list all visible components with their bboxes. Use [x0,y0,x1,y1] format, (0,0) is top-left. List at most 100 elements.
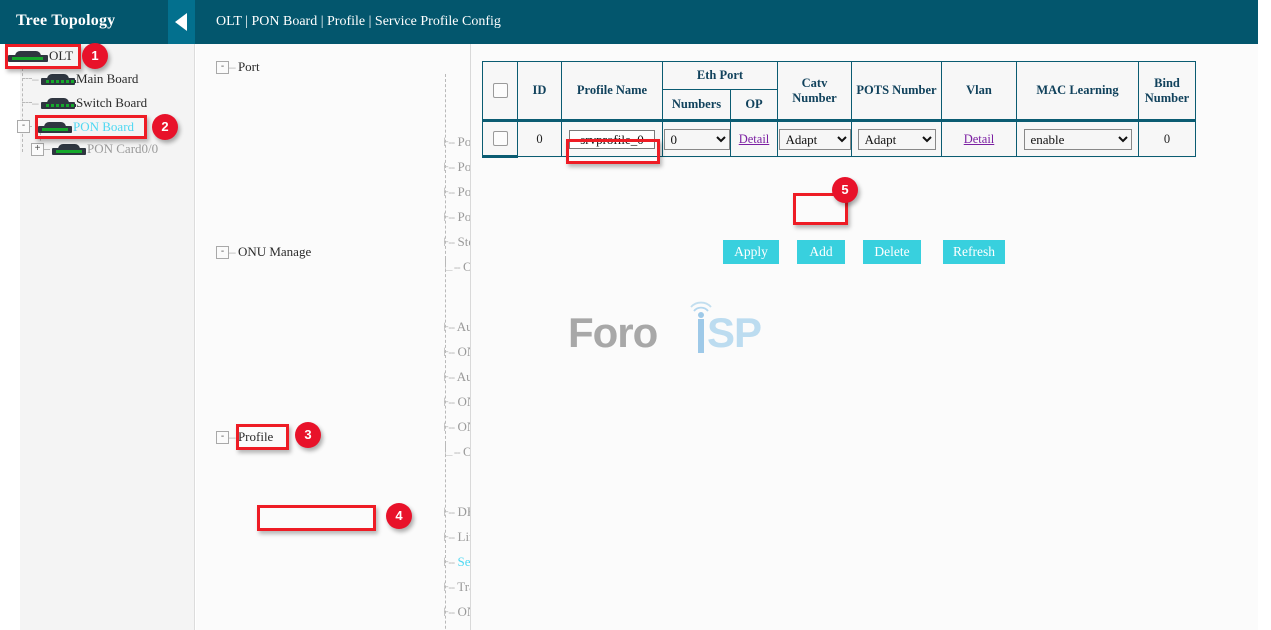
tree-toggle-label: + [35,143,41,154]
device-card-icon [52,143,86,155]
menu-group-port[interactable]: – Port [229,57,260,77]
menu-item-traffic-profile-config[interactable]: ⊦-- Traffic Profile Config [443,577,471,597]
menu-item-label: ONU Optical Parameter [463,444,471,459]
sidebar-title: Tree Topology [16,12,115,30]
menu-item-onu-info-list[interactable]: ⊦-- ONU Info List [443,417,471,437]
tree-item-olt[interactable]: OLT [8,45,73,67]
tree-toggle-pon-board[interactable]: - [17,120,30,133]
menu-toggle-label: - [221,61,224,72]
menu-item-port-info[interactable]: ⊦-- Port Info [443,132,471,152]
pots-number-select[interactable]: Adapt [858,129,936,150]
tree-connector-dash: ⊦-- [443,530,454,544]
tree-item-label: Switch Board [76,95,147,110]
add-button[interactable]: Add [797,240,845,264]
tree-connector-dash: – [32,96,38,110]
device-olt-icon [8,50,48,62]
table-header-id: ID [518,62,562,121]
chevron-left-icon [175,13,187,31]
foroisp-watermark: Foro SP [568,289,768,359]
vlan-detail-link[interactable]: Detail [964,132,995,146]
menu-item-label: Authentication Control [457,319,471,334]
device-board-icon [41,73,75,85]
menu-item-label: Line Profile Config [458,529,472,544]
tree-connector-dash: ⊦-- [443,185,454,199]
tree-connector-dash: – [229,430,235,444]
tree-item-main-board[interactable]: – Main Board [32,68,138,90]
tree-connector-dash: ⊦-- [443,135,454,149]
mac-learning-select[interactable]: enable [1024,129,1132,150]
content-right-gap [1258,44,1271,630]
menu-item-port-extend-config[interactable]: ⊦-- Port Extend Config [443,182,471,202]
table-header-eth-numbers: Numbers [663,90,731,121]
bind-number-line2: Number [1139,91,1195,106]
tree-item-label: OLT [49,48,73,63]
menu-group-profile[interactable]: – Profile [229,427,273,447]
menu-item-auto-find-list[interactable]: ⊦-- Auto Find List [443,367,471,387]
table-header-pots-number: POTS Number [852,62,942,121]
menu-item-label: Optical Parameter [463,259,471,274]
menu-toggle-onu-manage[interactable]: - [216,246,229,259]
tree-connector-dash: ⊦-- [443,580,454,594]
menu-item-label: Auto Find List [457,369,471,384]
tree-item-label: Main Board [76,71,138,86]
tree-item-pon-card[interactable]: PON Card0/0 [52,138,158,160]
row-id: 0 [518,121,562,157]
profile-name-input[interactable] [569,130,655,149]
tree-toggle-pon-card[interactable]: + [31,143,44,156]
menu-item-label: Port Extend Config [458,184,472,199]
menu-item-onu-igmp-profile[interactable]: ⊦-- ONU IGMP Profile [443,602,471,622]
menu-group-onu-manage[interactable]: – ONU Manage [229,242,311,262]
table-header-catv-number: Catv Number [778,62,852,121]
tree-connector-dash: – [229,245,235,259]
row-mac-learning-cell: enable [1017,121,1139,157]
tree-connector [22,102,32,103]
table-header-eth-op: OP [731,90,778,121]
select-all-checkbox[interactable] [493,83,508,98]
breadcrumb: OLT | PON Board | Profile | Service Prof… [216,14,501,30]
eth-op-detail-link[interactable]: Detail [739,132,770,146]
menu-toggle-port[interactable]: - [216,61,229,74]
header-right-gap [1258,0,1271,44]
row-bind-number: 0 [1139,121,1196,157]
tree-item-pon-board[interactable]: PON Board [38,116,134,138]
menu-item-port-config[interactable]: ⊦-- Port Config [443,157,471,177]
apply-button[interactable]: Apply [723,240,779,264]
menu-item-port-rate-limit[interactable]: ⊦-- Port Rate Limit [443,207,471,227]
menu-item-line-profile-config[interactable]: ⊦-- Line Profile Config [443,527,471,547]
sidebar-collapse-button[interactable] [168,0,195,44]
main-content-area: Foro SP ID Profi [471,44,1258,630]
menu-group-label: ONU Manage [238,244,311,259]
tree-connector-dash: ⊦-- [443,395,454,409]
delete-button[interactable]: Delete [863,240,921,264]
table-header-bind-number: Bind Number [1139,62,1196,121]
table-header-profile-name: Profile Name [562,62,663,121]
table-header-row-1: ID Profile Name Eth Port Catv Number POT… [483,62,1196,90]
menu-item-onu-authentication-config[interactable]: ⊦-- ONU Authentication Config [443,342,471,362]
tree-connector [22,68,23,152]
watermark-text-sp: SP [707,309,761,357]
refresh-button[interactable]: Refresh [943,240,1005,264]
menu-item-dba-profile-config[interactable]: ⊦-- DBA Profile Config [443,502,471,522]
catv-number-select[interactable]: Adapt [779,129,851,150]
tree-connector-dash: ⊦-- [443,235,454,249]
bind-number-line1: Bind [1139,76,1195,91]
menu-item-onu-policy-auth[interactable]: ⊦-- ONU Policy Auth [443,392,471,412]
menu-item-service-profile-config[interactable]: ⊦-- Service Profile Config [443,552,471,572]
menu-toggle-profile[interactable]: - [216,431,229,444]
eth-numbers-select[interactable]: 0 [664,129,730,150]
menu-item-authentication-control[interactable]: ⊦-- Authentication Control [443,317,471,337]
menu-item-label: ONU IGMP Profile [458,604,472,619]
table-header-vlan: Vlan [942,62,1017,121]
menu-item-storm-control[interactable]: ⊦-- Storm Control [443,232,471,252]
tree-connector-dash: ⊦-- [443,605,454,619]
menu-item-label: Traffic Profile Config [457,579,471,594]
tree-item-switch-board[interactable]: – Switch Board [32,92,147,114]
menu-item-onu-optical-parameter[interactable]: ∟-- ONU Optical Parameter [443,442,471,462]
menu-toggle-label: - [221,246,224,257]
tree-connector-dash: ⊦-- [443,420,454,434]
row-vlan-cell: Detail [942,121,1017,157]
tree-topology-sidebar: Tree Topology OLT – [0,0,195,630]
menu-item-optical-parameter[interactable]: ∟-- Optical Parameter [443,257,471,277]
row-checkbox[interactable] [493,131,508,146]
table-header-mac-learning: MAC Learning [1017,62,1139,121]
